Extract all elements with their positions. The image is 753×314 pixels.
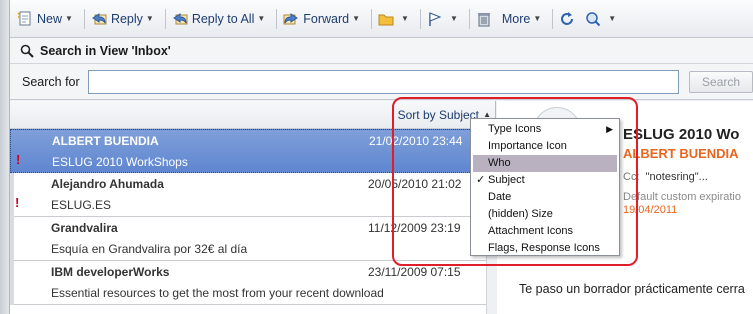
- follow-up-dropdown-chevron-icon[interactable]: ▼: [450, 14, 458, 23]
- message-sender: Grandvalira: [51, 221, 118, 235]
- toolbar-separator: [419, 8, 421, 29]
- new-button[interactable]: New ▼: [14, 6, 81, 32]
- more-button[interactable]: More ▼: [499, 6, 549, 32]
- search-dropdown-chevron-icon[interactable]: ▼: [608, 14, 616, 23]
- preview-sender[interactable]: ALBERT BUENDIA: [623, 146, 739, 161]
- message-sender: IBM developerWorks: [51, 265, 170, 279]
- toolbar-separator: [276, 8, 278, 29]
- flag-icon: [427, 11, 443, 27]
- reply-icon: [91, 11, 107, 27]
- window-left-edge: [0, 0, 10, 314]
- message-subject: Essential resources to get the most from…: [51, 286, 384, 300]
- more-label: More: [501, 11, 531, 26]
- folder-dropdown-chevron-icon[interactable]: ▼: [401, 14, 409, 23]
- row-gutter: [10, 217, 14, 261]
- delete-button[interactable]: [473, 6, 499, 32]
- magnifier-icon: [20, 44, 34, 58]
- search-for-label: Search for: [22, 74, 80, 89]
- reply-dropdown-chevron-icon[interactable]: ▼: [146, 14, 154, 23]
- reply-all-label: Reply to All: [191, 11, 255, 26]
- preview-subject: ESLUG 2010 Wo: [623, 126, 740, 143]
- importance-icon: !: [16, 152, 21, 167]
- mail-toolbar: New ▼ Reply ▼ Reply to All ▼ Forward ▼ ▼: [10, 0, 753, 38]
- follow-up-button[interactable]: ▼: [424, 6, 466, 32]
- reply-all-icon: [172, 11, 188, 27]
- preview-body: Te paso un borrador prácticamente cerra: [519, 282, 745, 296]
- search-toggle-button[interactable]: ▼: [582, 6, 624, 32]
- message-row[interactable]: IBM developerWorks 23/11/2009 07:15 Esse…: [10, 261, 486, 305]
- reply-all-dropdown-chevron-icon[interactable]: ▼: [257, 14, 265, 23]
- importance-icon: !: [15, 195, 20, 210]
- toolbar-separator: [83, 8, 85, 29]
- toolbar-separator: [164, 8, 166, 29]
- message-sender: ALBERT BUENDIA: [52, 134, 159, 148]
- annotation-highlight-box: [392, 97, 638, 266]
- new-dropdown-chevron-icon[interactable]: ▼: [65, 14, 73, 23]
- new-document-icon: [17, 11, 33, 27]
- expiration-label: Default custom expiratio: [623, 191, 741, 203]
- toolbar-separator: [468, 8, 470, 29]
- folder-icon: [378, 11, 394, 27]
- reply-all-button[interactable]: Reply to All ▼: [169, 6, 273, 32]
- message-subject: ESLUG 2010 WorkShops: [52, 155, 188, 169]
- new-label: New: [37, 11, 63, 26]
- search-icon: [585, 11, 601, 27]
- forward-label: Forward: [303, 11, 350, 26]
- message-sender: Alejandro Ahumada: [51, 177, 164, 191]
- row-gutter: [10, 173, 14, 217]
- search-button[interactable]: Search: [689, 70, 753, 93]
- row-gutter: [11, 130, 15, 174]
- forward-dropdown-chevron-icon[interactable]: ▼: [352, 14, 360, 23]
- reply-label: Reply: [110, 11, 143, 26]
- forward-icon: [283, 11, 299, 27]
- search-input[interactable]: [87, 69, 680, 94]
- refresh-button[interactable]: [556, 6, 582, 32]
- refresh-icon: [559, 11, 575, 27]
- reply-button[interactable]: Reply ▼: [88, 6, 162, 32]
- search-row: Search for Search: [10, 64, 753, 100]
- search-panel-title: Search in View 'Inbox': [40, 43, 171, 58]
- message-subject: Esquía en Grandvalira por 32€ al día: [51, 242, 248, 256]
- row-gutter: [10, 261, 14, 305]
- toolbar-separator: [371, 8, 373, 29]
- message-date: 23/11/2009 07:15: [368, 265, 461, 279]
- forward-button[interactable]: Forward ▼: [280, 6, 368, 32]
- cc-value[interactable]: "notesring"...: [646, 171, 708, 183]
- more-dropdown-chevron-icon[interactable]: ▼: [533, 14, 541, 23]
- toolbar-separator: [552, 8, 554, 29]
- trash-icon: [476, 11, 492, 27]
- search-panel-header: Search in View 'Inbox': [10, 38, 753, 64]
- folder-button[interactable]: ▼: [375, 6, 417, 32]
- message-subject: ESLUG.ES: [51, 198, 112, 212]
